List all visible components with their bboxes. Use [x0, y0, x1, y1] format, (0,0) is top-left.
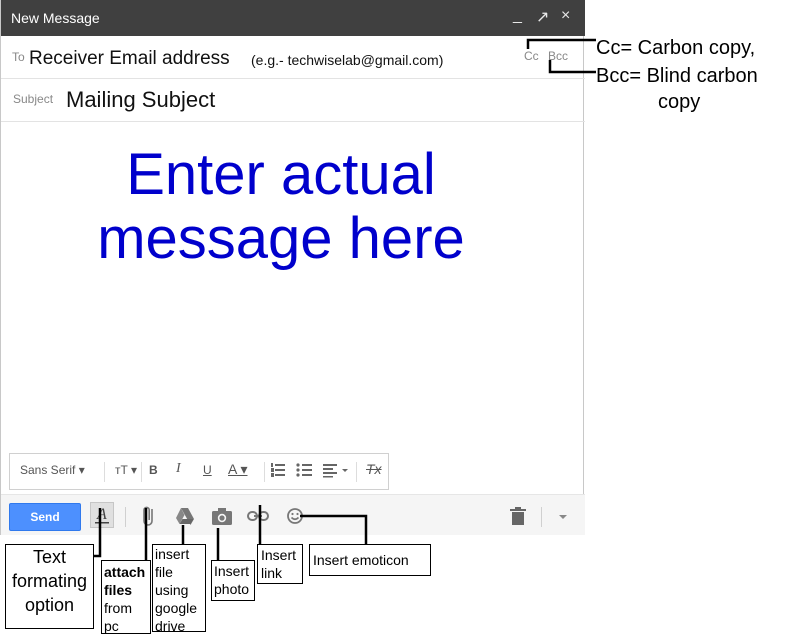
- cc-annotation: Cc= Carbon copy,: [596, 37, 756, 59]
- attach-annotation: attach files from pc: [101, 560, 151, 634]
- bcc-annotation-line-1: Bcc= Blind carbon: [596, 65, 758, 87]
- emoticon-annotation: Insert emoticon: [309, 544, 431, 576]
- link-annotation: Insert link: [257, 544, 303, 584]
- text-format-annotation: Text formating option: [5, 544, 94, 629]
- photo-annotation: Insert photo: [211, 560, 255, 601]
- drive-annotation: insert file using google drive: [152, 544, 206, 634]
- bcc-annotation-line-2: copy: [658, 91, 701, 113]
